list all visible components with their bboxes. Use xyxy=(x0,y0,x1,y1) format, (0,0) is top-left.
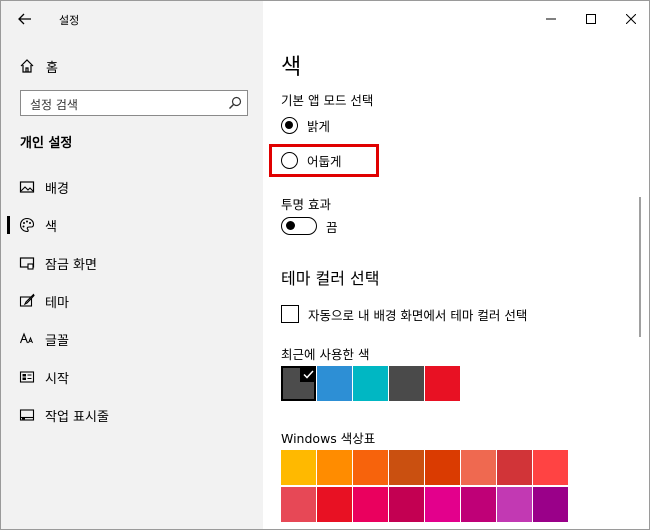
color-swatch[interactable] xyxy=(317,487,352,522)
lock-screen-icon xyxy=(17,253,37,273)
sidebar-item-label: 홈 xyxy=(46,60,58,76)
back-button[interactable] xyxy=(9,5,41,33)
palette-icon xyxy=(17,215,37,235)
sidebar-item-label: 작업 표시줄 xyxy=(45,409,109,425)
main-content: 색 기본 앱 모드 선택 밝게 어둡게 투명 효과 끔 테마 컬러 선택 자동으… xyxy=(263,1,649,529)
back-arrow-icon xyxy=(18,13,31,25)
auto-accent-checkbox[interactable] xyxy=(281,305,299,323)
transparency-toggle[interactable] xyxy=(281,217,317,235)
search-placeholder: 설정 검색 xyxy=(30,98,78,112)
close-icon xyxy=(626,14,636,24)
sidebar-item-label: 시작 xyxy=(45,371,69,387)
home-icon xyxy=(17,56,37,76)
checkbox-label: 자동으로 내 배경 화면에서 테마 컬러 선택 xyxy=(308,307,528,323)
color-swatch[interactable] xyxy=(461,487,496,522)
sidebar-item-label: 잠금 화면 xyxy=(45,257,97,273)
settings-window: 설정 홈 설정 검색 개인 설정 배경 색 잠금 화면 테마 글꼴 시작 작업 … xyxy=(0,0,650,530)
color-swatch[interactable] xyxy=(281,366,316,401)
radio-label: 밝게 xyxy=(307,118,331,134)
maximize-button[interactable] xyxy=(571,1,611,37)
sidebar-item-lock-screen[interactable]: 잠금 화면 xyxy=(1,246,263,280)
taskbar-icon xyxy=(17,405,37,425)
sidebar-item-color[interactable]: 색 xyxy=(1,208,263,242)
color-swatch[interactable] xyxy=(533,487,568,522)
font-icon xyxy=(17,329,37,349)
sidebar-item-label: 테마 xyxy=(45,295,69,311)
theme-brush-icon xyxy=(17,291,37,311)
recent-colors xyxy=(281,366,460,401)
palette-row xyxy=(281,487,568,522)
sidebar-item-start[interactable]: 시작 xyxy=(1,360,263,394)
palette-row xyxy=(281,450,568,485)
minimize-button[interactable] xyxy=(531,1,571,37)
windows-palette-label: Windows 색상표 xyxy=(281,431,376,446)
color-swatch[interactable] xyxy=(317,366,352,401)
color-swatch[interactable] xyxy=(389,366,424,401)
sidebar-item-background[interactable]: 배경 xyxy=(1,170,263,204)
color-swatch[interactable] xyxy=(425,487,460,522)
accent-heading: 테마 컬러 선택 xyxy=(281,269,380,288)
color-swatch[interactable] xyxy=(389,487,424,522)
transparency-label: 투명 효과 xyxy=(281,197,331,212)
sidebar-item-fonts[interactable]: 글꼴 xyxy=(1,322,263,356)
scrollbar[interactable] xyxy=(639,197,641,337)
color-swatch[interactable] xyxy=(353,487,388,522)
color-swatch[interactable] xyxy=(425,366,460,401)
auto-accent-row[interactable]: 자동으로 내 배경 화면에서 테마 컬러 선택 xyxy=(281,303,527,325)
sidebar-item-taskbar[interactable]: 작업 표시줄 xyxy=(1,398,263,432)
sidebar-item-label: 배경 xyxy=(45,181,69,197)
minimize-icon xyxy=(546,18,556,20)
maximize-icon xyxy=(586,14,596,24)
search-icon xyxy=(229,96,242,109)
recent-colors-label: 최근에 사용한 색 xyxy=(281,347,370,362)
start-icon xyxy=(17,367,37,387)
close-button[interactable] xyxy=(611,1,649,37)
color-swatch[interactable] xyxy=(281,487,316,522)
sidebar-item-label: 색 xyxy=(45,219,57,235)
section-title: 개인 설정 xyxy=(20,136,73,151)
window-controls xyxy=(531,1,649,37)
app-title: 설정 xyxy=(59,14,80,27)
sidebar: 설정 홈 설정 검색 개인 설정 배경 색 잠금 화면 테마 글꼴 시작 작업 … xyxy=(1,1,263,529)
radio-button-checked[interactable] xyxy=(281,116,298,134)
color-swatch[interactable] xyxy=(461,450,496,485)
app-mode-label: 기본 앱 모드 선택 xyxy=(281,93,374,108)
sidebar-item-label: 글꼴 xyxy=(45,333,69,349)
color-swatch[interactable] xyxy=(497,450,532,485)
color-swatch[interactable] xyxy=(533,450,568,485)
sidebar-item-home[interactable]: 홈 xyxy=(13,54,253,78)
toggle-state-label: 끔 xyxy=(326,219,338,235)
title-bar: 설정 xyxy=(1,1,263,37)
color-swatch[interactable] xyxy=(281,450,316,485)
color-swatch[interactable] xyxy=(497,487,532,522)
sidebar-item-theme[interactable]: 테마 xyxy=(1,284,263,318)
image-icon xyxy=(17,177,37,197)
transparency-toggle-row[interactable]: 끔 xyxy=(281,214,338,238)
color-swatch[interactable] xyxy=(389,450,424,485)
color-swatch[interactable] xyxy=(353,366,388,401)
color-swatch[interactable] xyxy=(317,450,352,485)
highlight-box xyxy=(269,144,379,177)
search-input[interactable]: 설정 검색 xyxy=(20,90,248,116)
color-swatch[interactable] xyxy=(353,450,388,485)
color-swatch[interactable] xyxy=(425,450,460,485)
checkmark-icon xyxy=(300,366,316,382)
page-title: 색 xyxy=(281,55,302,80)
radio-light-mode[interactable]: 밝게 xyxy=(281,113,330,137)
